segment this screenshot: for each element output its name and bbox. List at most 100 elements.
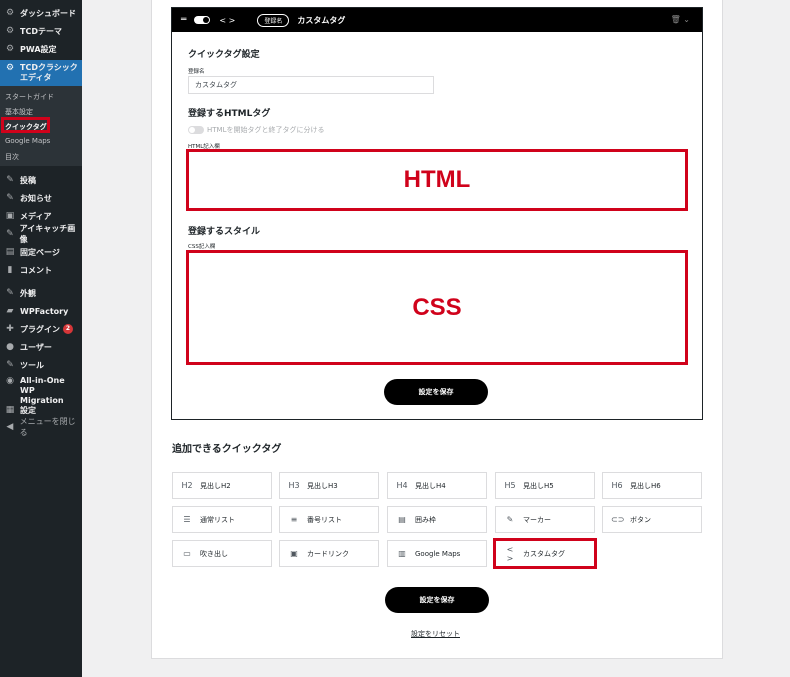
heading-h6-icon: H6 [611,481,623,490]
card-link-icon: ▣ [290,549,298,558]
brush-icon: ✎ [6,288,14,298]
name-badge: 登録名 [257,13,290,27]
section-title-html: 登録するHTMLタグ [188,109,271,119]
menu-pwa[interactable]: ⚙ PWA設定 [0,40,82,58]
quicktag-label: 見出しH6 [630,481,661,490]
heading-h3-icon: H3 [288,481,300,490]
heading-h4-icon: H4 [396,481,408,490]
quicktag-box-frame[interactable]: ▤ 囲み枠 [387,506,487,533]
reset-link[interactable]: 設定をリセット [411,629,460,639]
heading-h5-icon: H5 [504,481,516,490]
menu-label: TCDクラシックエディタ [20,63,78,82]
split-tag-toggle[interactable]: HTMLを開始タグと終了タグに分ける [188,125,324,135]
gear-icon: ⚙ [5,26,15,36]
menu-appearance[interactable]: ✎ 外観 [0,284,82,302]
quicktag-bullet-list[interactable]: ☰ 通常リスト [172,506,272,533]
menu-news[interactable]: ✎ お知らせ [0,189,82,207]
quicktag-numbered-list[interactable]: ≡ 番号リスト [279,506,379,533]
section-title-quicktag: クイックタグ設定 [188,50,260,60]
quicktag-label: カスタムタグ [523,549,565,558]
collapse-icon: ◀ [6,422,14,432]
submenu-start-guide[interactable]: スタートガイド [5,92,54,102]
quicktag-h3[interactable]: H3 見出しH3 [279,472,379,499]
menu-wpfactory[interactable]: ▰ WPFactory [0,302,82,320]
menu-label: メニューを閉じる [19,417,76,437]
name-input[interactable]: カスタムタグ [188,76,434,94]
menu-label: コメント [20,265,52,275]
menu-tcd-theme[interactable]: ⚙ TCDテーマ [0,22,82,40]
quicktag-label: 吹き出し [200,549,228,558]
menu-tools[interactable]: ✎ ツール [0,356,82,374]
menu-dashboard[interactable]: ⚙ ダッシュボード [0,4,82,22]
css-overlay-label: CSS [412,293,462,321]
quicktag-label: Google Maps [415,549,461,558]
menu-label: 設定 [20,405,36,415]
pin-icon: ✎ [6,229,14,239]
menu-label: お知らせ [20,193,52,203]
map-icon: ▥ [398,549,406,558]
available-quicktags-title: 追加できるクイックタグ [172,444,282,455]
css-textarea[interactable]: CSS [186,250,688,365]
marker-icon: ✎ [506,515,514,524]
menu-comments[interactable]: ▮ コメント [0,261,82,279]
box-frame-icon: ▤ [398,515,406,524]
gear-icon: ⚙ [5,63,15,73]
menu-migration[interactable]: ◉ All-in-One WP Migration [0,376,82,405]
menu-label: 外観 [20,288,36,298]
editor-header: ═ < > 登録名 カスタムタグ 🗑 ⌄ [172,8,702,32]
drag-handle-icon[interactable]: ═ [181,15,186,25]
user-icon: ● [6,342,14,352]
quicktag-marker[interactable]: ✎ マーカー [495,506,595,533]
menu-label: プラグイン [20,324,60,334]
quicktag-h4[interactable]: H4 見出しH4 [387,472,487,499]
toggle-switch[interactable] [188,126,204,134]
quicktag-h2[interactable]: H2 見出しH2 [172,472,272,499]
migration-icon: ◉ [6,376,14,386]
menu-label: 固定ページ [20,247,60,257]
quicktag-label: 見出しH3 [307,481,338,490]
pin-icon: ✎ [6,175,14,185]
quicktag-button[interactable]: ⊂⊃ ボタン [602,506,702,533]
submenu-google-maps[interactable]: Google Maps [5,137,50,145]
quicktag-custom-tag[interactable]: < > カスタムタグ [493,538,597,569]
quicktag-speech-bubble[interactable]: ▭ 吹き出し [172,540,272,567]
quicktag-h5[interactable]: H5 見出しH5 [495,472,595,499]
quicktag-google-maps[interactable]: ▥ Google Maps [387,540,487,567]
quicktag-label: 番号リスト [307,515,342,524]
admin-sidebar: ⚙ ダッシュボード ⚙ TCDテーマ ⚙ PWA設定 ⚙ TCDクラシックエディタ スタ… [0,0,82,677]
menu-label: TCDテーマ [20,26,62,36]
editor-title: カスタムタグ [297,15,346,25]
toggle-label: HTMLを開始タグと終了タグに分ける [207,126,325,134]
quicktag-label: 見出しH2 [200,481,231,490]
quicktag-label: ボタン [630,515,651,524]
quicktag-card-link[interactable]: ▣ カードリンク [279,540,379,567]
save-button[interactable]: 設定を保存 [384,379,488,405]
numbered-list-icon: ≡ [290,515,298,524]
code-icon: < > [219,15,236,25]
menu-pages[interactable]: ▤ 固定ページ [0,243,82,261]
save-button-bottom[interactable]: 設定を保存 [385,587,489,613]
update-count-badge: 2 [63,324,73,334]
menu-label: 投稿 [20,175,36,185]
menu-collapse[interactable]: ◀ メニューを閉じる [0,417,82,437]
quicktag-label: 通常リスト [200,515,235,524]
trash-chevron-icons[interactable]: 🗑 ⌄ [671,15,690,24]
quicktag-h6[interactable]: H6 見出しH6 [602,472,702,499]
menu-posts[interactable]: ✎ 投稿 [0,171,82,189]
menu-plugins[interactable]: ✚ プラグイン 2 [0,320,82,338]
menu-users[interactable]: ● ユーザー [0,338,82,356]
menu-label: ツール [20,360,44,370]
menu-tcd-classic-editor[interactable]: ⚙ TCDクラシックエディタ [0,60,82,86]
menu-label: メディア [20,211,52,221]
highlight-box [1,117,50,133]
menu-label: WPFactory [20,306,69,316]
menu-eyecatch[interactable]: ✎ アイキャッチ画像 [0,224,82,244]
quicktag-label: 見出しH4 [415,481,446,490]
comment-icon: ▮ [7,265,13,275]
submenu-basic-settings[interactable]: 基本設定 [5,107,33,117]
toggle-switch[interactable] [194,16,211,24]
quicktag-label: 見出しH5 [523,481,554,490]
html-textarea[interactable]: HTML [186,149,688,211]
submenu-toc[interactable]: 目次 [5,152,19,162]
dashboard-icon: ⚙ [5,8,15,18]
